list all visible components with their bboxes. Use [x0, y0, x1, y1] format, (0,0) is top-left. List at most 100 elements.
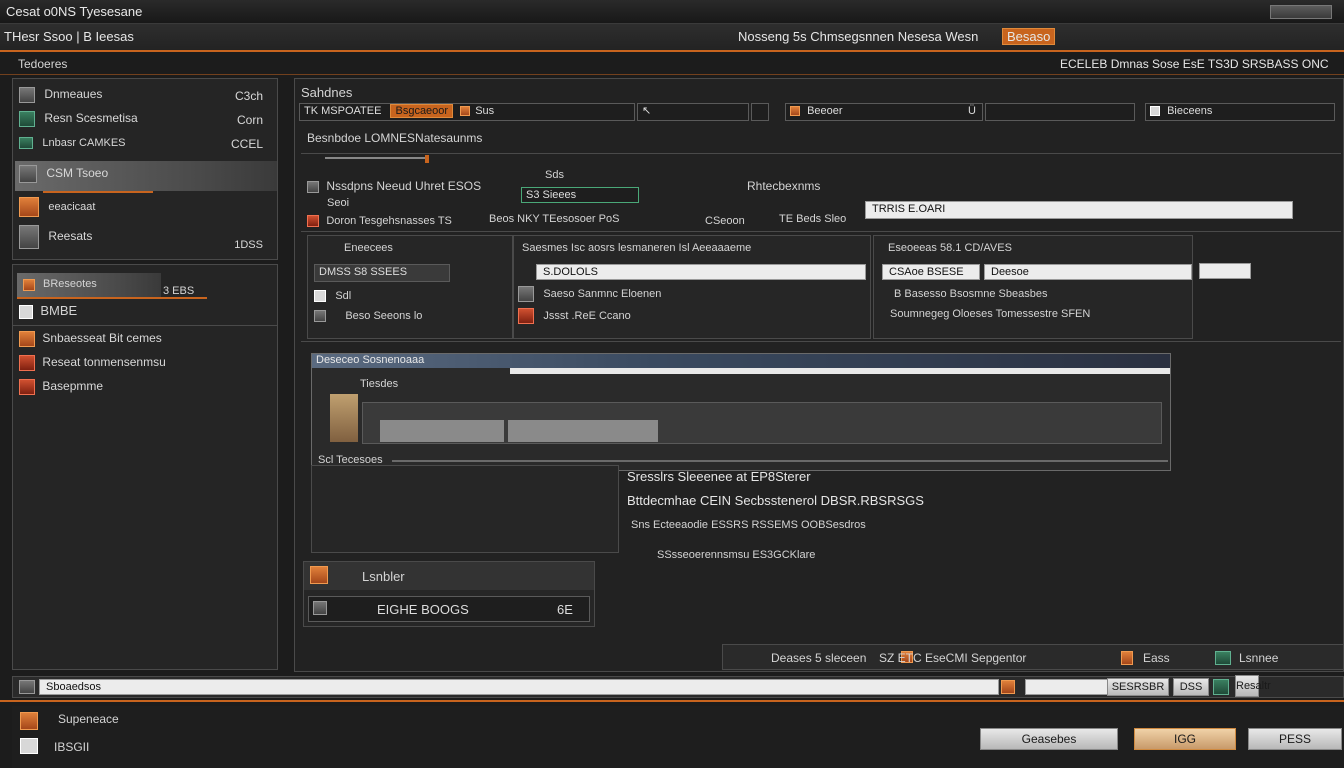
sub-panel-row-label: EIGHE BOOGS: [377, 602, 469, 617]
row1-mid-field[interactable]: S3 Sieees: [521, 187, 639, 203]
bottom-item1: Supeneace: [58, 712, 119, 726]
row1-right: Rhtecbexnms: [747, 179, 821, 193]
info-line1: Sresslrs Sleeenee at EP8Sterer: [627, 469, 811, 484]
info-line4: SSsseoerennsmsu ES3GCKlare: [657, 549, 816, 561]
toolbar-icon[interactable]: [460, 106, 471, 117]
sub-panel: Lsnbler EIGHE BOOGS 6E: [303, 561, 595, 627]
path-button-2[interactable]: DSS: [1173, 678, 1209, 696]
col1-row[interactable]: Sdl: [314, 288, 351, 302]
selection-underline: [43, 191, 153, 193]
progress-track: [325, 157, 425, 159]
window-control-button[interactable]: [1270, 5, 1332, 19]
toolbar-search[interactable]: Beeoer Ü: [785, 103, 983, 121]
toolbar-toggle[interactable]: [751, 103, 769, 121]
main-subtitle: Besnbdoe LOMNESNatesaunms: [307, 131, 483, 145]
right-header: ECELEB Dmnas Sose EsE TS3D SRSBASS ONC: [1060, 57, 1329, 71]
grid-icon: [314, 309, 326, 322]
help-button[interactable]: PESS: [1248, 728, 1342, 750]
col2-row[interactable]: Jssst .ReE Ccano: [518, 308, 631, 324]
col1-tab[interactable]: DMSS S8 SSEES: [314, 264, 450, 282]
col3-field1[interactable]: CSAoe BSESE: [882, 264, 980, 280]
sub-panel-value: 6E: [557, 602, 573, 617]
bottom-item2: IBSGII: [54, 740, 90, 754]
dialog-titlebar: Deseceo Sosnenoaaa: [312, 354, 1170, 368]
left2-item[interactable]: Basepmme: [19, 379, 103, 401]
menu-badge[interactable]: Besaso: [1002, 28, 1056, 45]
red-icon: [19, 355, 35, 371]
left2-item[interactable]: Snbaesseat Bit cemes: [19, 331, 162, 353]
left-item[interactable]: Dnmeaues C3ch: [19, 87, 269, 109]
database-icon: [19, 225, 39, 249]
col3-field2[interactable]: Deesoe: [984, 264, 1192, 280]
dialog-list-item[interactable]: [380, 420, 504, 442]
left-item[interactable]: Reesats 1DSS: [19, 225, 269, 255]
path-button[interactable]: SESRSBR: [1107, 678, 1169, 696]
dialog-label: Tiesdes: [360, 378, 399, 390]
title-bar: Cesat o0NS Tyesesane: [0, 0, 1344, 24]
col2-input[interactable]: S.DOLOLS: [536, 264, 866, 280]
status-mid: SZ ETC EseCMI Sepgentor: [879, 651, 1027, 665]
toolbar-field-2[interactable]: [985, 103, 1135, 121]
path-button-3[interactable]: Resaltr: [1235, 675, 1271, 697]
toolbar-field-label: Bieceens: [1167, 105, 1213, 117]
path-bar: Sboaedsos SESRSBR DSS Resaltr: [12, 675, 1344, 698]
bottom-icon-2: [20, 738, 38, 754]
divider: [301, 231, 1341, 232]
dialog-list-item[interactable]: [508, 420, 658, 442]
left-item[interactable]: eeacicaat: [19, 197, 269, 227]
ok-button[interactable]: IGG: [1134, 728, 1236, 750]
row1b-label: Seoi: [327, 197, 350, 209]
col3-extra-field[interactable]: [1199, 263, 1251, 279]
row-icon: [307, 214, 319, 227]
menu-left[interactable]: THesr Ssoo | B Ieesas: [4, 29, 134, 44]
progress-thumb[interactable]: [425, 155, 429, 163]
path-field[interactable]: [1025, 679, 1109, 695]
checkbox-icon[interactable]: [314, 289, 326, 302]
path-input[interactable]: Sboaedsos: [39, 679, 999, 695]
left-section-header[interactable]: BReseotes: [17, 273, 161, 297]
left-item-value: C3ch: [234, 89, 263, 103]
left-item[interactable]: Resn Scesmetisa Corn: [19, 111, 269, 133]
toolbar-badge[interactable]: Bsgcaeoor: [390, 104, 454, 118]
left2-item[interactable]: Reseat tonmensenmsu: [19, 355, 166, 377]
left-item-value: 1DSS: [234, 239, 263, 251]
header-divider: [0, 74, 1344, 75]
left-item-label: Reesats: [48, 229, 93, 244]
column-1: Eneecees DMSS S8 SSEES Sdl Beso Seeons l…: [307, 235, 513, 339]
col1-row[interactable]: Beso Seeons lo: [314, 308, 422, 322]
divider: [301, 341, 1341, 342]
app-icon: [19, 165, 37, 183]
left-item-label: CSM Tsoeo: [46, 166, 109, 181]
bottom-divider: [0, 700, 1344, 702]
main-toolbar: TK MSPOATEE Bsgcaeoor Sus: [299, 103, 635, 121]
col3-row2: B Basesso Bsosmne Sbeasbes: [894, 288, 1048, 300]
cancel-button[interactable]: Geasebes: [980, 728, 1118, 750]
left-section-title-label: BMBE: [40, 303, 78, 318]
row1c-mid: Beos NKY TEesosoer PoS: [489, 213, 620, 225]
divider: [301, 153, 1341, 154]
col2-row-label: Saeso Sanmnc Eloenen: [543, 288, 662, 301]
col3-title: Eseoeeas 58.1 CD/AVES: [888, 242, 1012, 254]
menu-bar: THesr Ssoo | B Ieesas Nosseng 5s Chmsegs…: [0, 24, 1344, 52]
folder-icon: [310, 566, 328, 584]
col2-row[interactable]: Saeso Sanmnc Eloenen: [518, 286, 661, 302]
left2-item-label: Snbaesseat Bit cemes: [42, 331, 162, 346]
document-icon: [19, 111, 35, 127]
left-bottom-panel: BReseotes 3 EBS BMBE Snbaesseat Bit ceme…: [12, 264, 278, 670]
column-2: Saesmes Isc aosrs lesmaneren Isl Aeeaaae…: [513, 235, 871, 339]
left-item[interactable]: Lnbasr CAMKES CCEL: [19, 135, 269, 157]
grid-icon: [19, 136, 33, 149]
toolbar-field-3[interactable]: Bieceens: [1145, 103, 1335, 121]
toolbar-seg[interactable]: Sus: [475, 105, 494, 117]
dialog-subpanel: [311, 465, 619, 553]
toolbar-field[interactable]: ↖: [637, 103, 749, 121]
left-section-title: BMBE: [19, 303, 77, 319]
row1b-input[interactable]: TRRIS E.OARI: [865, 201, 1293, 219]
left-item-selected[interactable]: CSM Tsoeo: [15, 161, 277, 191]
image-icon: [518, 286, 534, 302]
row1c-label: Doron Tesgehsnasses TS: [326, 215, 452, 227]
dialog: Deseceo Sosnenoaaa Tiesdes Scl Tecesoes: [311, 353, 1171, 471]
menu-center[interactable]: Nosseng 5s Chmsegsnnen Nesesa Wesn: [738, 29, 978, 44]
dialog-title: Deseceo Sosnenoaaa: [316, 354, 425, 366]
sub-panel-row[interactable]: EIGHE BOOGS 6E: [308, 596, 590, 622]
